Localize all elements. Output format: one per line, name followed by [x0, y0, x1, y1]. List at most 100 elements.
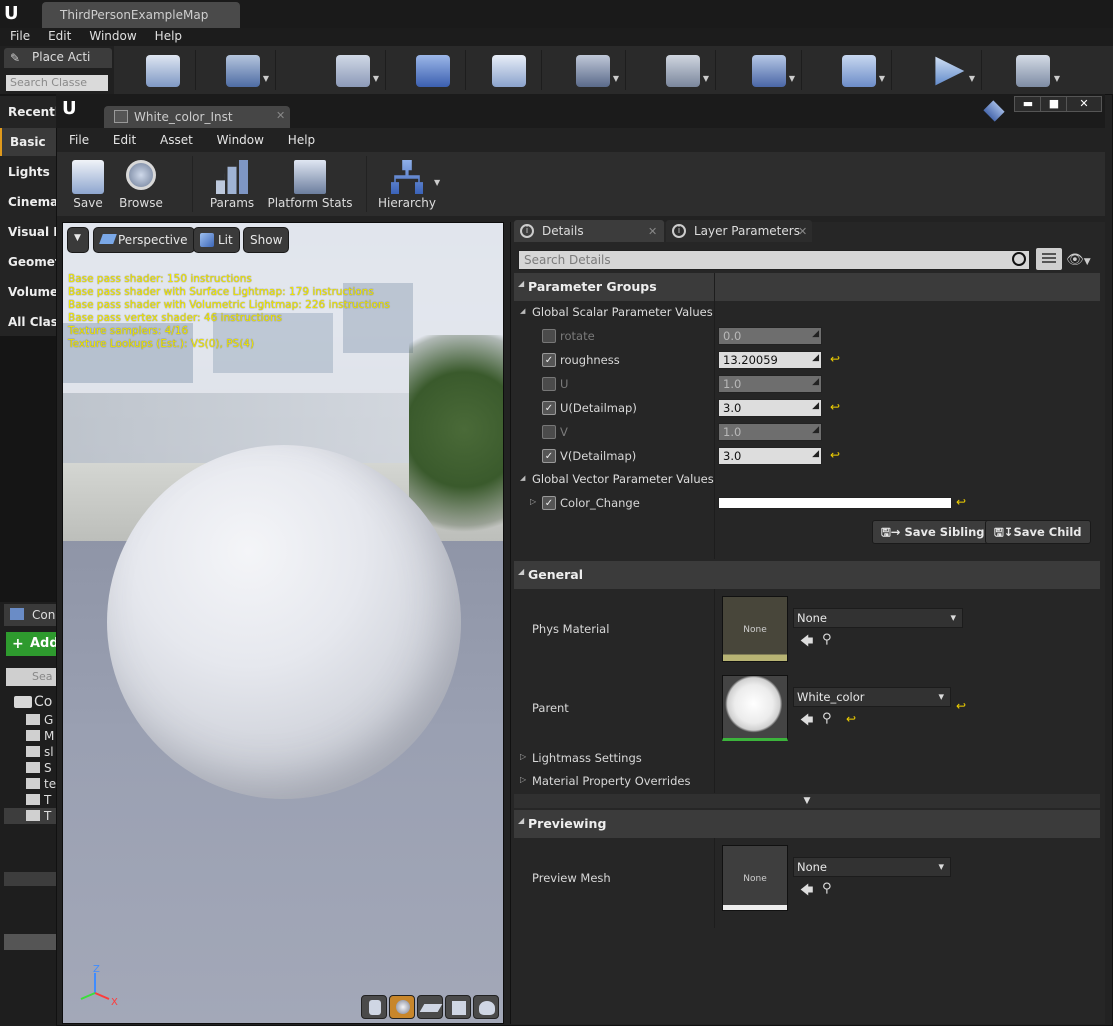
parameter-groups-header[interactable]: Parameter Groups: [514, 273, 1100, 301]
previewing-header[interactable]: Previewing: [514, 810, 1100, 838]
menu-edit[interactable]: Edit: [101, 130, 144, 147]
class-search-input[interactable]: Search Classe: [6, 75, 108, 91]
category-visual-effects[interactable]: Visual E: [0, 218, 56, 246]
preview-custom-mesh-button[interactable]: [473, 995, 499, 1019]
preview-mesh-dropdown[interactable]: None: [793, 857, 951, 877]
phys-material-thumbnail[interactable]: None: [722, 596, 788, 662]
preview-plane-button[interactable]: [417, 995, 443, 1019]
parent-dropdown[interactable]: White_color: [793, 687, 951, 707]
category-recently-placed[interactable]: Recently: [0, 98, 56, 126]
selected-folder-row[interactable]: [4, 872, 56, 886]
parent-material-thumbnail[interactable]: [722, 675, 788, 741]
expand-arrow-icon[interactable]: ▷: [530, 497, 536, 506]
close-button[interactable]: ✕: [1066, 96, 1102, 112]
preview-sphere-button[interactable]: [389, 995, 415, 1019]
general-header[interactable]: General: [514, 561, 1100, 589]
property-matrix-button[interactable]: [1036, 248, 1062, 270]
launch-button[interactable]: ▼: [1000, 50, 1066, 90]
folder-item[interactable]: S: [44, 761, 52, 775]
menu-file[interactable]: File: [57, 130, 97, 147]
marketplace-button[interactable]: [400, 50, 466, 90]
browse-magnifier-icon[interactable]: ⚲: [822, 711, 832, 726]
close-tab-icon[interactable]: ✕: [648, 225, 657, 238]
play-button[interactable]: ▼: [916, 50, 982, 90]
rotate-override-checkbox[interactable]: [542, 329, 556, 343]
close-tab-icon[interactable]: ✕: [798, 225, 807, 238]
content-search-input[interactable]: Sea: [6, 668, 56, 686]
advanced-expander[interactable]: ▼: [514, 794, 1100, 808]
lightmass-settings-row[interactable]: Lightmass Settings: [514, 747, 642, 769]
category-lights[interactable]: Lights: [0, 158, 56, 186]
save-button[interactable]: Save: [62, 156, 114, 212]
color-change-swatch[interactable]: [718, 497, 952, 509]
hierarchy-button[interactable]: Hierarchy: [376, 156, 438, 212]
search-details-input[interactable]: Search Details: [518, 250, 1030, 270]
u-override-checkbox[interactable]: [542, 377, 556, 391]
main-menu-file[interactable]: File: [0, 28, 38, 46]
main-level-tab[interactable]: ThirdPersonExampleMap: [42, 2, 240, 28]
reset-to-default-icon[interactable]: ↩: [830, 448, 840, 462]
reset-to-default-icon[interactable]: ↩: [830, 352, 840, 366]
phys-material-dropdown[interactable]: None: [793, 608, 963, 628]
category-basic[interactable]: Basic: [0, 128, 56, 156]
source-control-button[interactable]: ▼: [210, 50, 276, 90]
use-selected-arrow-icon[interactable]: 🡄: [800, 711, 813, 733]
level-save-button[interactable]: [130, 50, 196, 90]
v-override-checkbox[interactable]: [542, 425, 556, 439]
maximize-button[interactable]: ■: [1040, 96, 1068, 112]
menu-help[interactable]: Help: [276, 130, 323, 147]
close-tab-icon[interactable]: ✕: [276, 109, 285, 122]
roughness-value-field[interactable]: 13.20059: [718, 351, 822, 369]
layer-parameters-tab[interactable]: Layer Parameters: [666, 220, 812, 242]
scalar-group-header[interactable]: Global Scalar Parameter Values: [514, 301, 714, 323]
category-all-classes[interactable]: All Class: [0, 308, 56, 336]
preview-cylinder-button[interactable]: [361, 995, 387, 1019]
place-actors-tab[interactable]: Place Acti: [4, 48, 112, 68]
folder-item[interactable]: T: [44, 809, 51, 823]
main-menu-help[interactable]: Help: [145, 28, 190, 46]
folder-item[interactable]: G: [44, 713, 53, 727]
save-sibling-button[interactable]: 🖫→ Save Sibling: [872, 520, 994, 544]
main-menu-edit[interactable]: Edit: [38, 28, 79, 46]
gamepad-button[interactable]: ▼: [650, 50, 716, 90]
reset-to-default-icon[interactable]: ↩: [956, 495, 966, 509]
material-property-overrides-row[interactable]: Material Property Overrides: [514, 770, 690, 792]
save-child-button[interactable]: 🖫↧Save Child: [985, 520, 1091, 544]
v-detailmap-override-checkbox[interactable]: ✓: [542, 449, 556, 463]
u-detailmap-override-checkbox[interactable]: ✓: [542, 401, 556, 415]
browse-magnifier-icon[interactable]: ⚲: [822, 881, 832, 896]
reset-to-default-icon[interactable]: ↩: [846, 712, 856, 726]
u-value-field[interactable]: 1.0: [718, 375, 822, 393]
viewport-options-button[interactable]: ▼: [67, 227, 89, 253]
cinematics-button[interactable]: ▼: [736, 50, 802, 90]
settings-button[interactable]: ▼: [320, 50, 386, 90]
hierarchy-dropdown-icon[interactable]: ▼: [434, 178, 440, 187]
folder-item[interactable]: T: [44, 793, 51, 807]
preview-cube-button[interactable]: [445, 995, 471, 1019]
show-button[interactable]: Show: [243, 227, 290, 253]
color-change-override-checkbox[interactable]: ✓: [542, 496, 556, 510]
menu-asset[interactable]: Asset: [148, 130, 201, 147]
v-value-field[interactable]: 1.0: [718, 423, 822, 441]
preview-viewport[interactable]: Base pass shader: 150 instructions Base …: [62, 222, 504, 1024]
details-tab[interactable]: Details: [514, 220, 664, 242]
folder-item[interactable]: te: [44, 777, 56, 791]
category-volumes[interactable]: Volumes: [0, 278, 56, 306]
platform-stats-button[interactable]: Platform Stats: [266, 156, 354, 212]
use-selected-arrow-icon[interactable]: 🡄: [800, 881, 813, 903]
main-menu-window[interactable]: Window: [79, 28, 144, 46]
reset-to-default-icon[interactable]: ↩: [830, 400, 840, 414]
menu-window[interactable]: Window: [205, 130, 272, 147]
asset-tab[interactable]: White_color_Inst: [104, 106, 290, 128]
vector-group-header[interactable]: Global Vector Parameter Values: [514, 468, 714, 490]
rotate-value-field[interactable]: 0.0: [718, 327, 822, 345]
selected-folder-row[interactable]: [4, 934, 56, 950]
browse-magnifier-icon[interactable]: ⚲: [822, 632, 832, 647]
build-geometry-button[interactable]: ▼: [826, 50, 892, 90]
build-button[interactable]: ▼: [560, 50, 626, 90]
roughness-override-checkbox[interactable]: ✓: [542, 353, 556, 367]
folder-item[interactable]: M: [44, 729, 54, 743]
category-cinematic[interactable]: Cinemat: [0, 188, 56, 216]
preview-mesh-thumbnail[interactable]: None: [722, 845, 788, 911]
browse-button[interactable]: Browse: [114, 156, 168, 212]
